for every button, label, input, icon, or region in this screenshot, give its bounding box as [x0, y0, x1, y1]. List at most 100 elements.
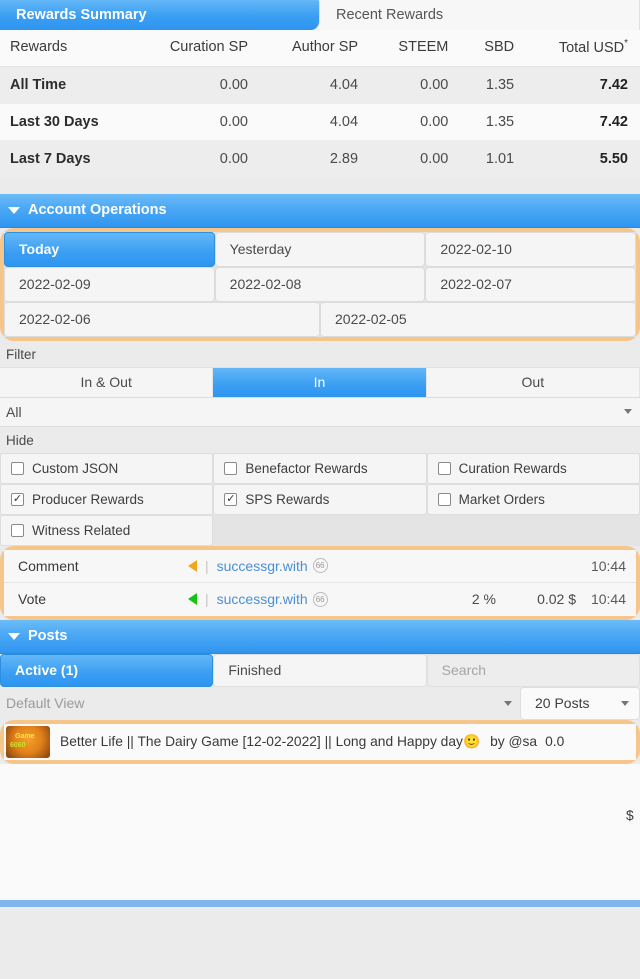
post-list: Game 6060 Better Life || The Dairy Game …	[4, 723, 636, 760]
operations-list-highlight: Comment | successgr.with 66 10:44 Vote |…	[0, 545, 640, 620]
row-label: Last 7 Days	[0, 140, 136, 178]
checkbox-checked-icon: ✓	[11, 492, 24, 506]
tab-posts-finished[interactable]: Finished	[213, 653, 427, 687]
section-gap	[0, 177, 640, 194]
rewards-summary-table: Rewards Curation SP Author SP STEEM SBD …	[0, 30, 640, 178]
hide-options-grid: Custom JSON Benefactor Rewards Curation …	[0, 452, 640, 546]
tab-rewards-summary[interactable]: Rewards Summary	[0, 0, 320, 30]
separator: |	[205, 591, 209, 608]
operation-account-link[interactable]: successgr.with	[217, 591, 308, 607]
checkbox-producer-rewards[interactable]: ✓ Producer Rewards	[0, 483, 214, 515]
posts-view-value: Default View	[6, 695, 85, 712]
chevron-down-icon	[504, 700, 512, 706]
direction-filter-group: In & Out In Out	[0, 366, 640, 398]
cell-steem: 0.00	[370, 140, 461, 178]
chevron-down-icon	[621, 700, 629, 706]
post-byline: by @sa	[490, 734, 538, 750]
cell-author-sp: 4.04	[260, 103, 371, 141]
date-button-2022-02-05[interactable]: 2022-02-05	[320, 301, 636, 337]
tab-recent-rewards[interactable]: Recent Rewards	[320, 0, 640, 30]
operation-account-link[interactable]: successgr.with	[217, 558, 308, 574]
checkbox-label: Producer Rewards	[32, 491, 144, 507]
checkbox-label: Witness Related	[32, 522, 131, 538]
checkbox-icon	[224, 461, 238, 475]
checkbox-label: Curation Rewards	[458, 460, 567, 476]
cell-sbd: 1.35	[460, 103, 527, 141]
post-thumbnail-icon: Game 6060	[6, 725, 50, 758]
thumbnail-text-line1: Game	[15, 732, 35, 740]
filter-in[interactable]: In	[213, 367, 427, 397]
checkbox-checked-icon: ✓	[224, 492, 238, 506]
filter-out[interactable]: Out	[426, 367, 640, 397]
tab-rewards-summary-label: Rewards Summary	[16, 7, 147, 23]
operation-type-value: All	[6, 403, 22, 420]
checkbox-market-orders[interactable]: Market Orders	[426, 483, 640, 515]
operation-type: Comment	[18, 557, 79, 574]
app-root: Rewards Summary Recent Rewards Rewards C…	[0, 0, 640, 979]
content-filler	[0, 763, 640, 900]
total-usd-asterisk: *	[624, 38, 628, 49]
date-button-2022-02-09[interactable]: 2022-02-09	[4, 266, 215, 302]
post-list-highlight: Game 6060 Better Life || The Dairy Game …	[0, 719, 640, 764]
filter-label: Filter	[0, 340, 640, 367]
cell-curation-sp: 0.00	[135, 66, 260, 104]
separator: |	[205, 557, 209, 574]
posts-search-input[interactable]: Search	[426, 653, 640, 687]
date-button-2022-02-07[interactable]: 2022-02-07	[425, 266, 636, 302]
checkbox-witness-related[interactable]: Witness Related	[0, 514, 214, 546]
post-payout-currency: $	[626, 808, 634, 823]
table-header-row: Rewards Curation SP Author SP STEEM SBD …	[0, 30, 640, 67]
posts-title: Posts	[28, 628, 68, 645]
checkbox-curation-rewards[interactable]: Curation Rewards	[426, 452, 640, 484]
date-button-2022-02-08[interactable]: 2022-02-08	[214, 266, 426, 302]
cell-author-sp: 2.89	[260, 140, 371, 178]
posts-count-select[interactable]: 20 Posts	[520, 686, 640, 720]
col-sbd: SBD	[460, 30, 527, 67]
row-label: Last 30 Days	[0, 103, 136, 141]
operation-percent: 2 %	[471, 591, 496, 608]
filter-in-and-out[interactable]: In & Out	[0, 367, 214, 397]
reputation-badge: 66	[312, 591, 328, 607]
posts-count-value: 20 Posts	[535, 695, 590, 712]
table-row: Last 7 Days 0.00 2.89 0.00 1.01 5.50	[0, 140, 640, 178]
checkbox-custom-json[interactable]: Custom JSON	[0, 452, 214, 484]
post-row[interactable]: Game 6060 Better Life || The Dairy Game …	[4, 723, 636, 760]
chevron-down-icon	[8, 632, 20, 640]
operation-row[interactable]: Comment | successgr.with 66 10:44	[4, 549, 636, 583]
operation-type-select[interactable]: All	[0, 397, 640, 427]
rewards-tabbar: Rewards Summary Recent Rewards	[0, 0, 640, 30]
checkbox-label: Benefactor Rewards	[245, 460, 368, 476]
checkbox-label: Custom JSON	[32, 460, 119, 476]
checkbox-icon	[11, 461, 24, 475]
date-button-2022-02-06[interactable]: 2022-02-06	[4, 301, 320, 337]
post-payout-value: 0.0	[545, 734, 565, 750]
date-button-today[interactable]: Today	[4, 231, 215, 267]
direction-arrow-icon	[188, 559, 197, 572]
col-rewards: Rewards	[0, 30, 136, 67]
hide-label: Hide	[0, 426, 640, 453]
checkbox-sps-rewards[interactable]: ✓ SPS Rewards	[213, 483, 427, 515]
post-title: Better Life || The Dairy Game [12-02-202…	[60, 734, 463, 750]
cell-author-sp: 4.04	[260, 66, 371, 104]
bottom-status-bar	[0, 899, 640, 907]
account-operations-header[interactable]: Account Operations	[0, 193, 640, 228]
smiley-icon: 🙂	[462, 733, 481, 749]
date-selector-highlight: Today Yesterday 2022-02-10 2022-02-09 20…	[0, 227, 640, 341]
checkbox-icon	[437, 461, 451, 475]
chevron-down-icon	[8, 206, 20, 214]
posts-header[interactable]: Posts	[0, 619, 640, 654]
checkbox-icon	[11, 523, 24, 537]
cell-curation-sp: 0.00	[135, 103, 260, 141]
operations-list: Comment | successgr.with 66 10:44 Vote |…	[4, 549, 636, 616]
col-steem: STEEM	[370, 30, 461, 67]
checkbox-benefactor-rewards[interactable]: Benefactor Rewards	[213, 452, 427, 484]
date-button-2022-02-10[interactable]: 2022-02-10	[425, 231, 636, 267]
cell-sbd: 1.01	[460, 140, 527, 178]
operation-row[interactable]: Vote | successgr.with 66 2 % 0.02 $ 10:4…	[4, 582, 636, 616]
row-label: All Time	[0, 66, 136, 104]
posts-view-select[interactable]: Default View	[0, 686, 520, 720]
posts-search-placeholder: Search	[441, 662, 487, 679]
checkbox-label: Market Orders	[458, 491, 545, 507]
date-button-yesterday[interactable]: Yesterday	[214, 231, 426, 267]
tab-posts-active[interactable]: Active (1)	[0, 653, 214, 687]
